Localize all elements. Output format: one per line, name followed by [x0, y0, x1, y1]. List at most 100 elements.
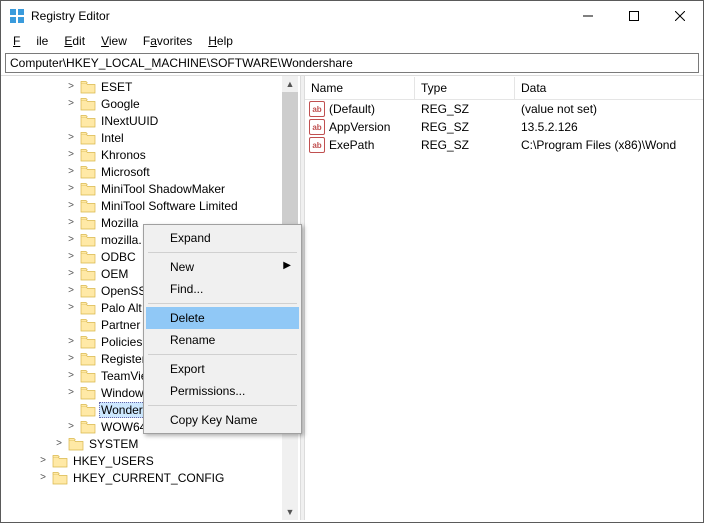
app-icon [9, 8, 25, 24]
tree-expander-icon[interactable]: > [65, 149, 77, 160]
tree-expander-icon[interactable]: > [65, 234, 77, 245]
value-name: ExePath [329, 138, 415, 152]
ctx-find[interactable]: Find... [146, 278, 299, 300]
tree-item-label: SYSTEM [87, 437, 140, 451]
ctx-permissions[interactable]: Permissions... [146, 380, 299, 402]
tree-item-hkey-users[interactable]: > HKEY_USERS [1, 452, 300, 469]
tree-item-google[interactable]: > Google [1, 95, 300, 112]
folder-icon [52, 454, 68, 468]
tree-expander-icon[interactable]: > [65, 217, 77, 228]
address-bar[interactable]: Computer\HKEY_LOCAL_MACHINE\SOFTWARE\Won… [5, 53, 699, 73]
folder-icon [80, 216, 96, 230]
window-title: Registry Editor [31, 9, 565, 23]
tree-expander-icon[interactable]: > [65, 98, 77, 109]
menu-file[interactable]: File [5, 32, 56, 50]
tree-item-label: Khronos [99, 148, 148, 162]
tree-expander-icon[interactable]: > [65, 183, 77, 194]
tree-expander-icon[interactable]: > [65, 166, 77, 177]
ctx-expand[interactable]: Expand [146, 227, 299, 249]
menu-help[interactable]: Help [200, 32, 241, 50]
tree-expander-icon[interactable]: > [37, 455, 49, 466]
string-value-icon: ab [309, 119, 325, 135]
tree-item-label: ODBC [99, 250, 138, 264]
value-data: (value not set) [515, 102, 703, 116]
folder-icon [80, 335, 96, 349]
tree-item-label: TeamVie [99, 369, 149, 383]
values-pane[interactable]: Name Type Data ab(Default)REG_SZ(value n… [305, 76, 703, 520]
tree-item-label: Palo Alt [99, 301, 144, 315]
ctx-delete[interactable]: Delete [146, 307, 299, 329]
tree-expander-icon[interactable]: > [65, 353, 77, 364]
values-header: Name Type Data [305, 76, 703, 100]
tree-item-minitool-shadowmaker[interactable]: >MiniTool ShadowMaker [1, 180, 300, 197]
folder-icon [80, 403, 96, 417]
menu-edit[interactable]: Edit [56, 32, 93, 50]
tree-expander-icon[interactable]: > [65, 81, 77, 92]
titlebar: Registry Editor [1, 1, 703, 31]
tree-item-minitool-software-limited[interactable]: > MiniTool Software Limited [1, 197, 300, 214]
tree-expander-icon[interactable]: > [65, 251, 77, 262]
folder-icon [68, 437, 84, 451]
tree-item-microsoft[interactable]: >Microsoft [1, 163, 300, 180]
tree-expander-icon[interactable]: > [65, 387, 77, 398]
tree-expander-icon[interactable]: > [65, 132, 77, 143]
minimize-button[interactable] [565, 1, 611, 30]
tree-expander-icon[interactable]: > [37, 472, 49, 483]
value-row[interactable]: ab(Default)REG_SZ(value not set) [305, 100, 703, 118]
close-button[interactable] [657, 1, 703, 30]
col-header-data[interactable]: Data [515, 77, 703, 99]
ctx-rename[interactable]: Rename [146, 329, 299, 351]
string-value-icon: ab [309, 137, 325, 153]
tree-expander-icon[interactable]: > [65, 285, 77, 296]
folder-icon [80, 233, 96, 247]
tree-item-label: OEM [99, 267, 130, 281]
tree-expander-icon[interactable]: > [53, 438, 65, 449]
menu-favorites[interactable]: Favorites [135, 32, 200, 50]
value-type: REG_SZ [415, 138, 515, 152]
tree-expander-icon[interactable]: > [65, 200, 77, 211]
ctx-copy-key-name[interactable]: Copy Key Name [146, 409, 299, 431]
tree-expander-icon[interactable]: > [65, 370, 77, 381]
value-name: (Default) [329, 102, 415, 116]
value-row[interactable]: abAppVersionREG_SZ13.5.2.126 [305, 118, 703, 136]
address-path: Computer\HKEY_LOCAL_MACHINE\SOFTWARE\Won… [10, 56, 353, 70]
menubar: File Edit View Favorites Help [1, 31, 703, 51]
tree-item-khronos[interactable]: > Khronos [1, 146, 300, 163]
ctx-sep [148, 303, 297, 304]
folder-icon [80, 420, 96, 434]
folder-icon [80, 148, 96, 162]
string-value-icon: ab [309, 101, 325, 117]
tree-expander-icon[interactable]: > [65, 421, 77, 432]
folder-icon [80, 318, 96, 332]
tree-item-eset[interactable]: >ESET [1, 78, 300, 95]
tree-expander-icon[interactable]: > [65, 336, 77, 347]
value-row[interactable]: ab ExePathREG_SZC:\Program Files (x86)\Wo… [305, 136, 703, 154]
folder-icon [80, 301, 96, 315]
folder-icon [80, 114, 96, 128]
tree-expander-icon[interactable]: > [65, 302, 77, 313]
ctx-export[interactable]: Export [146, 358, 299, 380]
tree-item-label: MiniTool Software Limited [99, 199, 240, 213]
tree-item-label: Google [99, 97, 142, 111]
ctx-new[interactable]: New▶ [146, 256, 299, 278]
value-data: C:\Program Files (x86)\Wond [515, 138, 703, 152]
tree-item-system[interactable]: > SYSTEM [1, 435, 300, 452]
tree-item-hkey-current-config[interactable]: >HKEY_CURRENT_CONFIG [1, 469, 300, 486]
ctx-sep [148, 252, 297, 253]
scroll-up-icon[interactable]: ▲ [282, 76, 298, 92]
folder-icon [80, 199, 96, 213]
tree-item-label: Intel [99, 131, 126, 145]
col-header-name[interactable]: Name [305, 77, 415, 99]
value-type: REG_SZ [415, 120, 515, 134]
maximize-button[interactable] [611, 1, 657, 30]
tree-item-label: HKEY_USERS [71, 454, 156, 468]
tree-item-intel[interactable]: > Intel [1, 129, 300, 146]
col-header-type[interactable]: Type [415, 77, 515, 99]
folder-icon [80, 182, 96, 196]
tree-item-label: Policies [99, 335, 144, 349]
tree-expander-icon[interactable]: > [65, 268, 77, 279]
scroll-down-icon[interactable]: ▼ [282, 504, 298, 520]
tree-item-inextuuid[interactable]: INextUUID [1, 112, 300, 129]
value-data: 13.5.2.126 [515, 120, 703, 134]
menu-view[interactable]: View [93, 32, 135, 50]
